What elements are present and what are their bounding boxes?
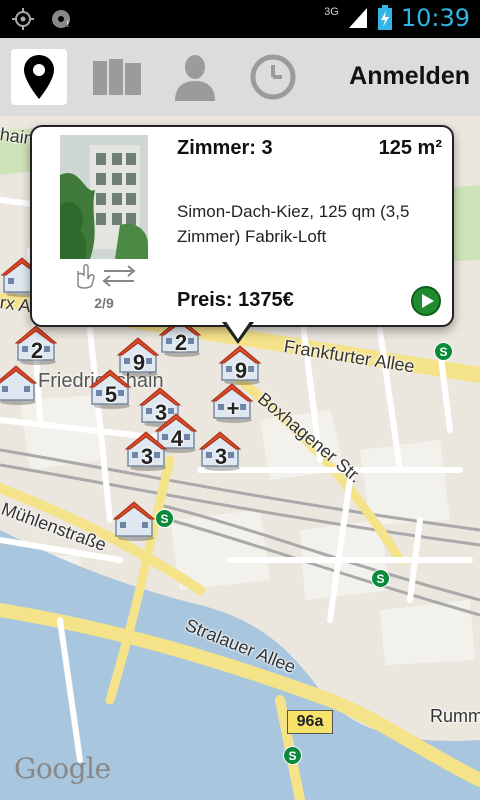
listing-marker[interactable]: 2 bbox=[14, 322, 60, 366]
action-bar: Anmelden bbox=[0, 38, 480, 117]
marker-count-label: 2 bbox=[174, 330, 188, 355]
tab-history[interactable] bbox=[245, 49, 301, 105]
signal-icon bbox=[348, 8, 367, 28]
popup-pointer-fill bbox=[225, 320, 251, 339]
marker-count-label: 2 bbox=[30, 338, 44, 363]
road-number-badge: 96a bbox=[287, 710, 333, 734]
listing-area: 125 m² bbox=[378, 137, 442, 159]
listing-marker[interactable]: 5 bbox=[88, 366, 134, 410]
listing-marker[interactable] bbox=[0, 362, 40, 406]
clock-time: 10:39 bbox=[400, 4, 470, 32]
tab-map[interactable] bbox=[11, 49, 67, 105]
listing-marker[interactable]: 3 bbox=[124, 428, 170, 472]
svg-text:!: ! bbox=[66, 20, 70, 30]
marker-count-label: 3 bbox=[214, 444, 228, 469]
tab-folder[interactable] bbox=[89, 49, 145, 105]
sbahn-station-icon[interactable]: S bbox=[434, 342, 453, 361]
listing-photo[interactable] bbox=[60, 135, 148, 259]
listing-marker[interactable]: + bbox=[210, 380, 256, 424]
swipe-gesture-icon bbox=[77, 264, 136, 289]
google-logo: Google bbox=[14, 752, 111, 785]
sbahn-station-icon[interactable]: S bbox=[371, 569, 390, 588]
folder-icon bbox=[93, 59, 141, 95]
login-button[interactable]: Anmelden bbox=[349, 62, 470, 91]
person-icon bbox=[175, 55, 215, 101]
marker-count-label: 5 bbox=[104, 382, 118, 407]
listing-description: Simon-Dach-Kiez, 125 qm (3,5 Zimmer) Fab… bbox=[177, 202, 410, 246]
building-photo-icon bbox=[60, 135, 148, 259]
marker-count-label: 3 bbox=[140, 444, 154, 469]
tab-profile[interactable] bbox=[167, 49, 223, 105]
listing-price: Preis: 1375€ bbox=[177, 289, 294, 311]
gps-icon bbox=[12, 8, 34, 30]
network-type-label: 3G bbox=[324, 6, 339, 18]
marker-count-label: 4 bbox=[170, 426, 184, 451]
listing-marker[interactable] bbox=[112, 498, 158, 542]
listing-marker[interactable]: 3 bbox=[198, 428, 244, 472]
map-pin-icon bbox=[24, 55, 54, 99]
sbahn-station-icon[interactable]: S bbox=[283, 746, 302, 765]
status-bar: ! 3G 10:39 bbox=[0, 0, 480, 38]
media-disc-icon: ! bbox=[52, 10, 70, 30]
play-button-icon[interactable] bbox=[410, 285, 442, 317]
listing-rooms: Zimmer: 3 bbox=[177, 137, 273, 159]
street-label-rumm: Rumm bbox=[430, 706, 480, 726]
clock-icon bbox=[250, 54, 296, 100]
battery-charging-icon bbox=[377, 5, 392, 30]
photo-counter: 2/9 bbox=[94, 295, 114, 311]
listing-popup[interactable]: 2/9 Zimmer: 3 125 m² Simon-Dach-Kiez, 12… bbox=[30, 125, 454, 327]
marker-count-label: + bbox=[226, 396, 240, 421]
